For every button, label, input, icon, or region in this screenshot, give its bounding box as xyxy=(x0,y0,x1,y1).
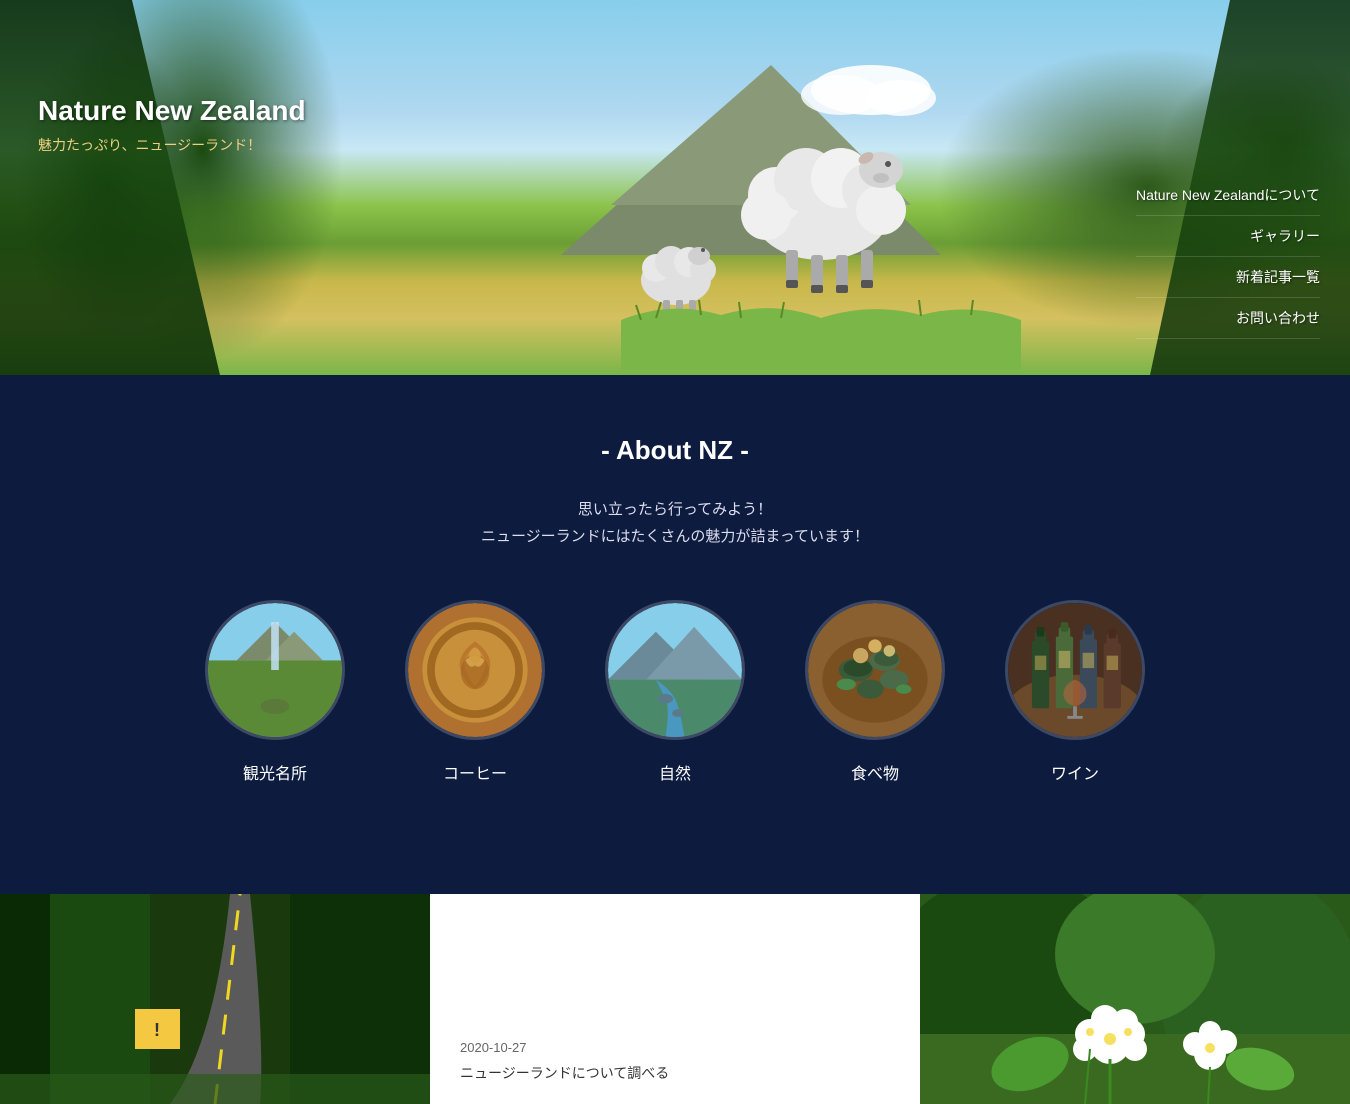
article-title: ニュージーランドについて調べる xyxy=(460,1063,890,1084)
hero-section: Nature New Zealand 魅力たっぷり、ニュージーランド！ Natu… xyxy=(0,0,1350,375)
category-list: 観光名所 xyxy=(20,600,1330,784)
category-coffee[interactable]: コーヒー xyxy=(405,600,545,784)
about-title: - About NZ - xyxy=(20,435,1330,466)
about-section: - About NZ - 思い立ったら行ってみよう！ ニュージーランドにはたくさ… xyxy=(0,375,1350,894)
category-wine[interactable]: ワイン xyxy=(1005,600,1145,784)
nav-gallery[interactable]: ギャラリー xyxy=(1136,216,1320,257)
nav-articles[interactable]: 新着記事一覧 xyxy=(1136,257,1320,298)
about-desc-line1: 思い立ったら行ってみよう！ xyxy=(20,496,1330,523)
sightseeing-circle-image xyxy=(205,600,345,740)
article-date: 2020-10-27 xyxy=(460,1040,890,1055)
flowers-nature-image xyxy=(920,894,1350,1104)
forest-road-image: ! xyxy=(0,894,430,1104)
wine-circle-image xyxy=(1005,600,1145,740)
coffee-label: コーヒー xyxy=(443,760,507,784)
food-circle-image xyxy=(805,600,945,740)
sheep-illustration xyxy=(621,50,1021,370)
coffee-circle-image xyxy=(405,600,545,740)
category-sightseeing[interactable]: 観光名所 xyxy=(205,600,345,784)
nature-label: 自然 xyxy=(659,760,691,784)
nav-contact[interactable]: お問い合わせ xyxy=(1136,298,1320,339)
article-image-left[interactable]: ! xyxy=(0,894,430,1104)
category-food[interactable]: 食べ物 xyxy=(805,600,945,784)
site-title: Nature New Zealand xyxy=(38,95,306,127)
bottom-articles-grid: ! 2020-10-27 ニュージーランドについて調べる xyxy=(0,894,1350,1104)
article-preview[interactable]: 2020-10-27 ニュージーランドについて調べる xyxy=(430,894,920,1104)
food-label: 食べ物 xyxy=(851,760,899,784)
nature-circle-image xyxy=(605,600,745,740)
svg-text:!: ! xyxy=(154,1020,160,1040)
about-desc-line2: ニュージーランドにはたくさんの魅力が詰まっています！ xyxy=(20,523,1330,550)
main-nav: Nature New Zealandについて ギャラリー 新着記事一覧 お問い合… xyxy=(1136,0,1320,339)
wine-label: ワイン xyxy=(1051,760,1099,784)
category-nature[interactable]: 自然 xyxy=(605,600,745,784)
nav-about[interactable]: Nature New Zealandについて xyxy=(1136,0,1320,216)
about-description: 思い立ったら行ってみよう！ ニュージーランドにはたくさんの魅力が詰まっています！ xyxy=(20,496,1330,550)
sightseeing-label: 観光名所 xyxy=(243,760,307,784)
site-subtitle: 魅力たっぷり、ニュージーランド！ xyxy=(38,135,261,155)
article-image-right[interactable] xyxy=(920,894,1350,1104)
